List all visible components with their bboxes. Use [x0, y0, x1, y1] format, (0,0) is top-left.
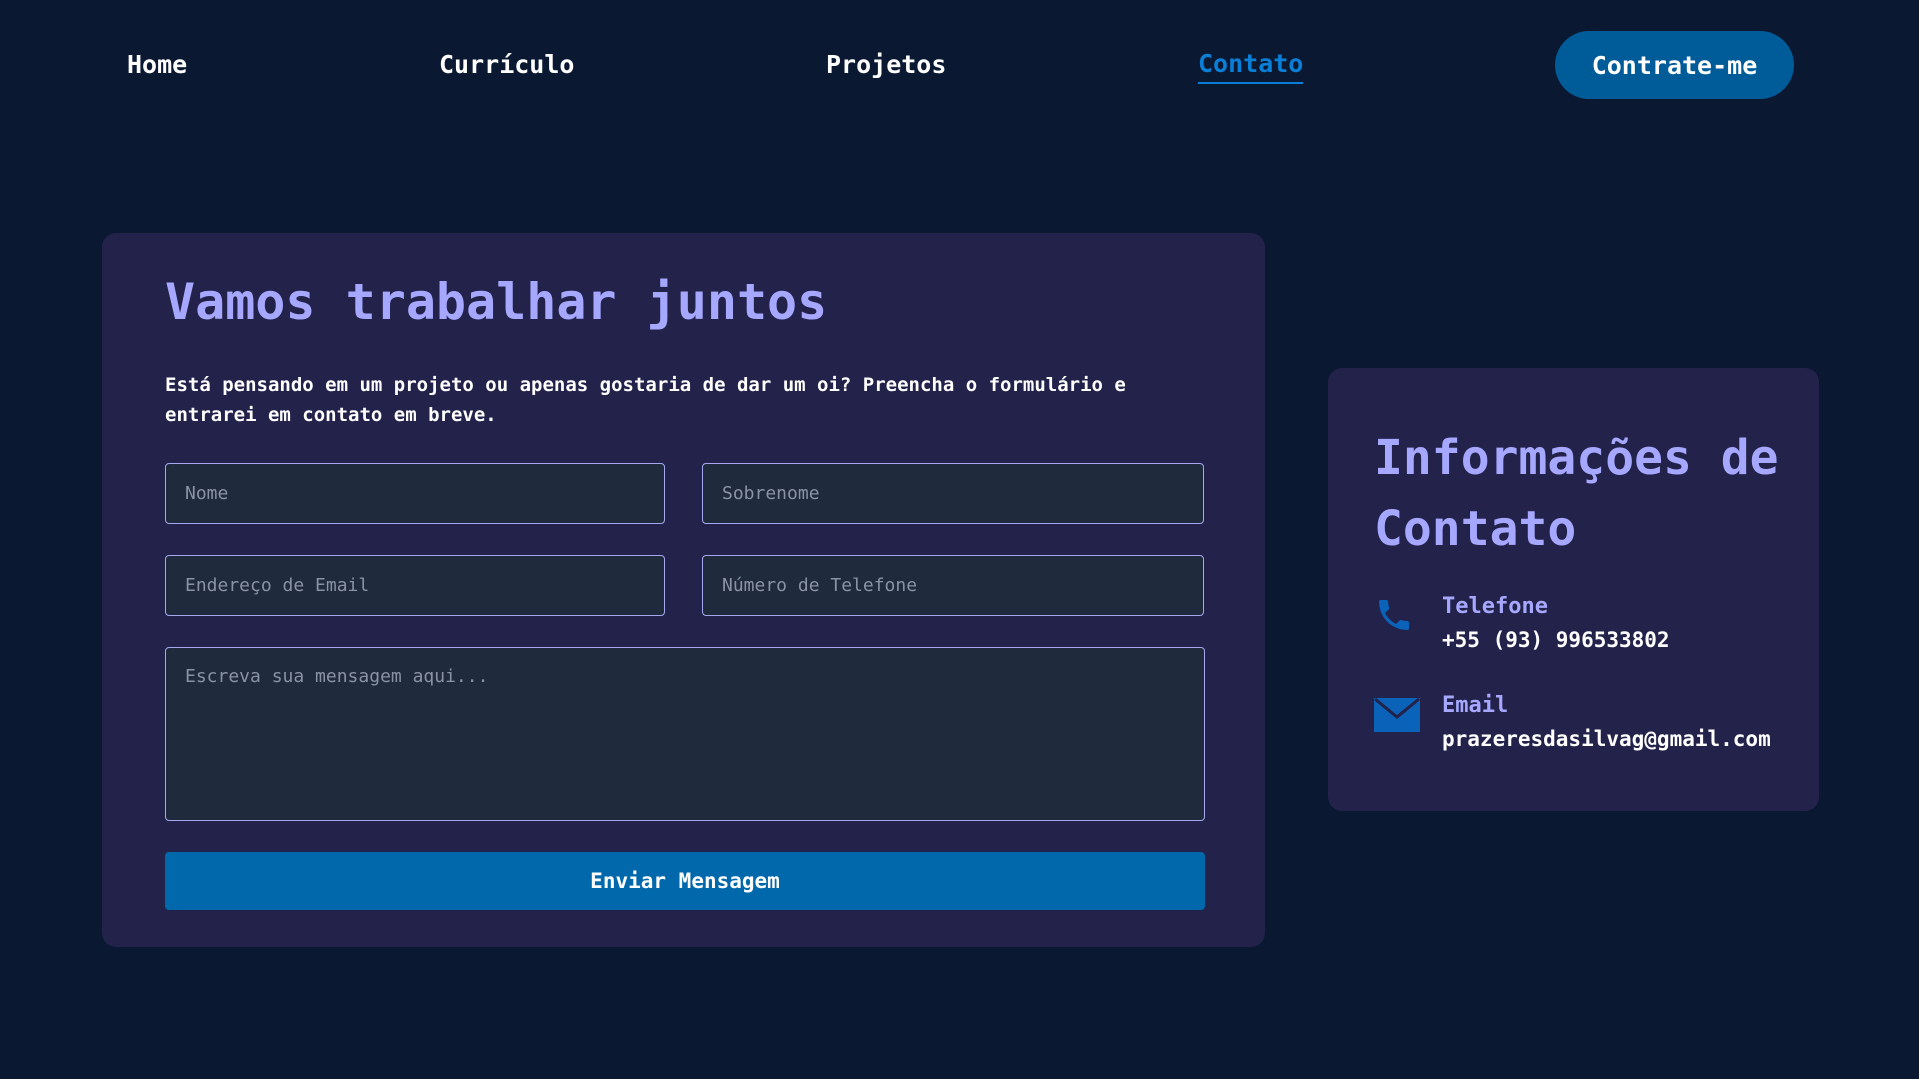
- phone-label: Telefone: [1442, 594, 1548, 619]
- envelope-icon: [1374, 697, 1420, 736]
- message-textarea[interactable]: [165, 647, 1205, 821]
- nav-link-home[interactable]: Home: [127, 46, 187, 84]
- last-name-input[interactable]: [702, 463, 1204, 524]
- form-description: Está pensando em um projeto ou apenas go…: [165, 374, 1126, 426]
- phone-input[interactable]: [702, 555, 1204, 616]
- contact-info-card: Informações de Contato Telefone +55 (93)…: [1328, 368, 1819, 811]
- email-value: prazeresdasilvag@gmail.com: [1442, 727, 1771, 751]
- form-title: Vamos trabalhar juntos: [165, 273, 828, 331]
- first-name-input[interactable]: [165, 463, 665, 524]
- phone-icon: [1374, 595, 1414, 639]
- hire-me-button[interactable]: Contrate-me: [1555, 31, 1794, 99]
- nav-link-projetos[interactable]: Projetos: [826, 46, 946, 84]
- page: Home Currículo Projetos Contato Contrate…: [0, 0, 1919, 1079]
- phone-value: +55 (93) 996533802: [1442, 628, 1670, 652]
- contact-info-title: Informações de Contato: [1374, 430, 1779, 557]
- send-message-button[interactable]: Enviar Mensagem: [165, 852, 1205, 910]
- email-input[interactable]: [165, 555, 665, 616]
- email-label: Email: [1442, 693, 1509, 718]
- contact-form-card: Vamos trabalhar juntos Está pensando em …: [102, 233, 1265, 947]
- nav-link-contato[interactable]: Contato: [1198, 46, 1304, 84]
- nav-link-curriculo[interactable]: Currículo: [439, 46, 574, 84]
